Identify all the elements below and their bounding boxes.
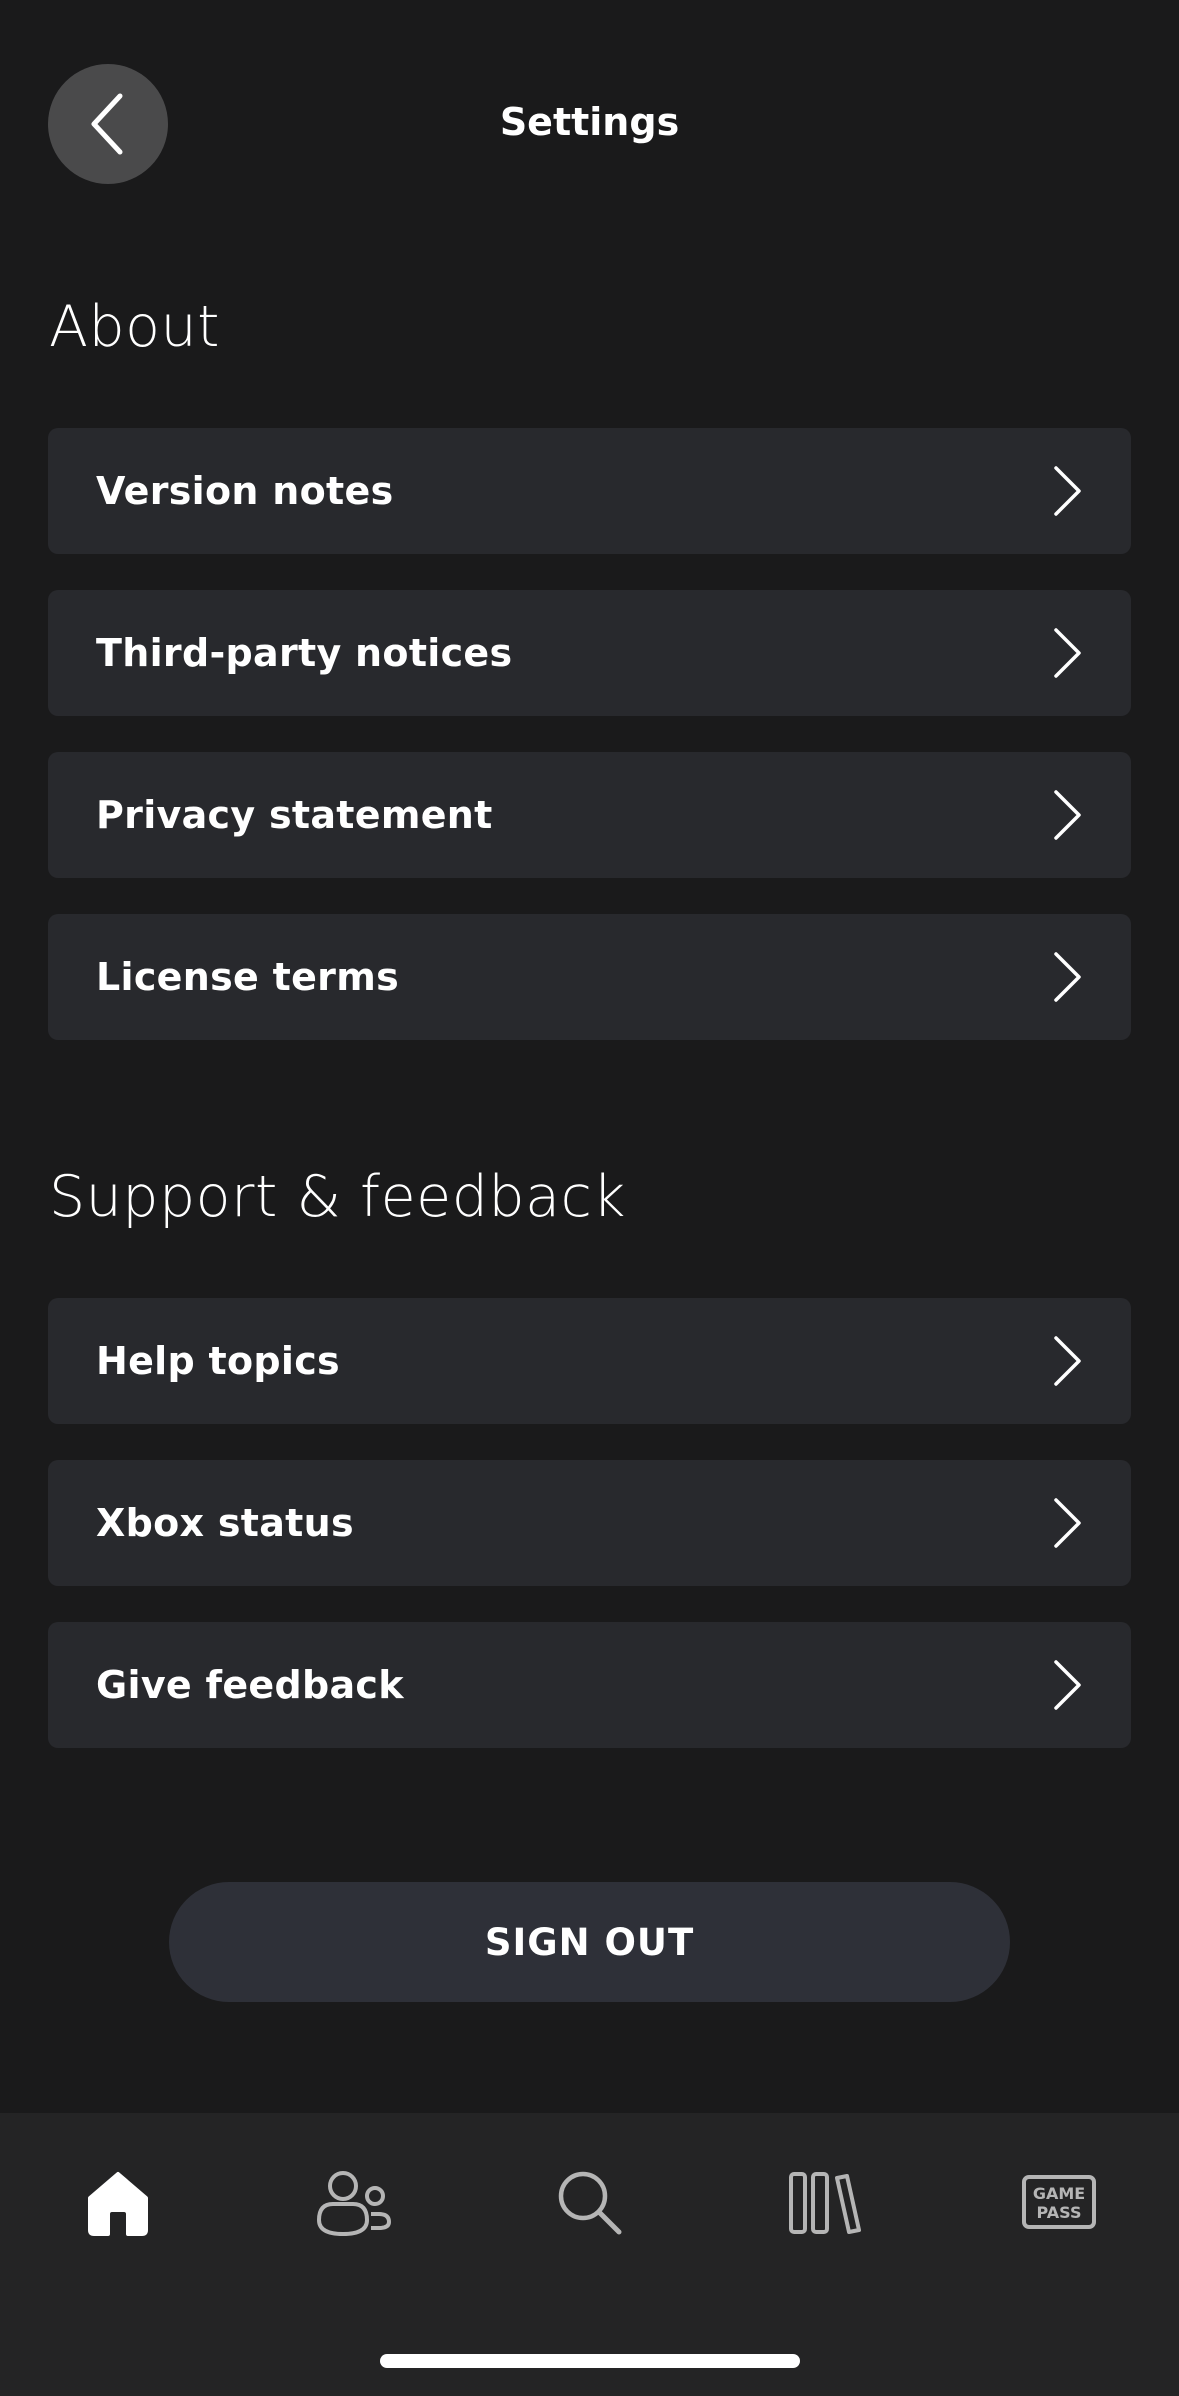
about-heading: About [49, 294, 221, 360]
row-label: Version notes [96, 469, 394, 513]
privacy-statement-row[interactable]: Privacy statement [48, 752, 1131, 878]
social-icon [316, 2171, 392, 2237]
game-pass-icon: GAME PASS [1022, 2175, 1096, 2229]
xbox-status-row[interactable]: Xbox status [48, 1460, 1131, 1586]
settings-screen: Settings About Version notes Third-party… [0, 0, 1179, 2396]
sign-out-button[interactable]: SIGN OUT [169, 1882, 1010, 2002]
row-label: Give feedback [96, 1663, 404, 1707]
game-pass-badge-line1: GAME [1033, 2184, 1085, 2203]
row-label: License terms [96, 955, 400, 999]
chevron-right-icon [1051, 465, 1083, 517]
game-pass-badge-line2: PASS [1037, 2203, 1082, 2222]
chevron-right-icon [1051, 789, 1083, 841]
home-indicator[interactable] [380, 2354, 800, 2368]
library-icon [789, 2172, 861, 2234]
chevron-right-icon [1051, 1335, 1083, 1387]
row-label: Xbox status [96, 1501, 354, 1545]
third-party-notices-row[interactable]: Third-party notices [48, 590, 1131, 716]
version-notes-row[interactable]: Version notes [48, 428, 1131, 554]
chevron-right-icon [1051, 1497, 1083, 1549]
tab-social[interactable] [298, 2156, 408, 2248]
license-terms-row[interactable]: License terms [48, 914, 1131, 1040]
support-feedback-heading: Support & feedback [49, 1164, 626, 1230]
page-title: Settings [499, 100, 680, 144]
chevron-right-icon [1051, 627, 1083, 679]
help-topics-row[interactable]: Help topics [48, 1298, 1131, 1424]
row-label: Help topics [96, 1339, 340, 1383]
chevron-right-icon [1051, 951, 1083, 1003]
home-icon [88, 2172, 148, 2236]
chevron-right-icon [1051, 1659, 1083, 1711]
tab-game-pass[interactable]: GAME PASS [1004, 2156, 1114, 2248]
tab-search[interactable] [534, 2156, 644, 2248]
tab-library[interactable] [770, 2156, 880, 2248]
search-icon [558, 2171, 622, 2235]
row-label: Third-party notices [96, 631, 513, 675]
tab-home[interactable] [63, 2156, 173, 2248]
give-feedback-row[interactable]: Give feedback [48, 1622, 1131, 1748]
row-label: Privacy statement [96, 793, 493, 837]
